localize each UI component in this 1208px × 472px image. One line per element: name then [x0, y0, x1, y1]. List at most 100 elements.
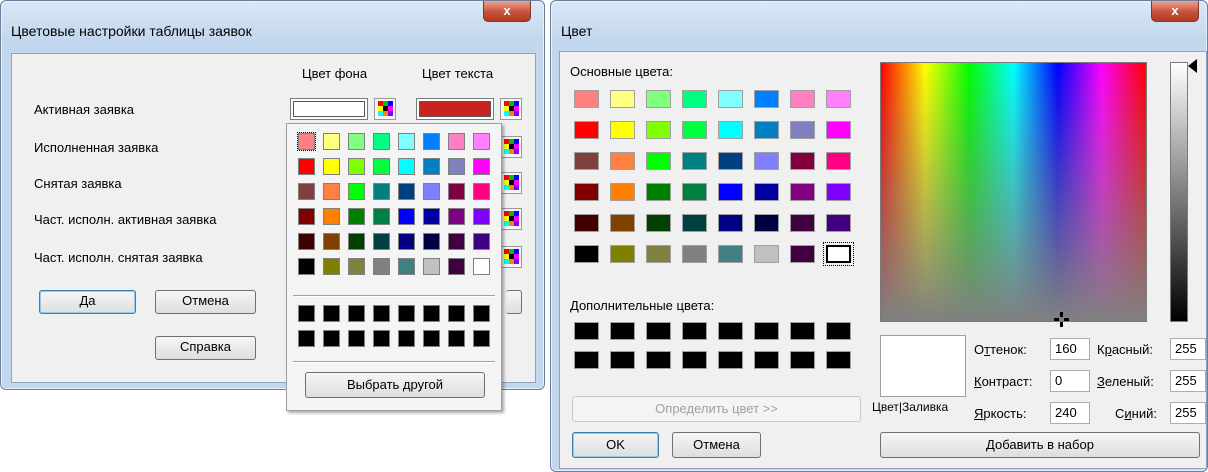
palette-swatch[interactable] [297, 132, 316, 151]
color-cancel-button[interactable]: Отмена [672, 432, 761, 458]
basic-color-swatch[interactable] [790, 214, 815, 232]
palette-swatch[interactable] [448, 305, 465, 322]
palette-swatch[interactable] [373, 330, 390, 347]
palette-swatch[interactable] [398, 330, 415, 347]
basic-color-swatch[interactable] [574, 245, 599, 263]
palette-swatch[interactable] [373, 305, 390, 322]
palette-swatch[interactable] [323, 208, 340, 225]
basic-color-swatch[interactable] [823, 242, 854, 266]
hue-saturation-spectrum[interactable] [880, 62, 1147, 327]
palette-swatch[interactable] [323, 233, 340, 250]
basic-color-swatch[interactable] [574, 152, 599, 170]
basic-color-swatch[interactable] [646, 214, 671, 232]
custom-color-swatch[interactable] [790, 322, 815, 340]
basic-color-swatch[interactable] [754, 245, 779, 263]
define-custom-color-button[interactable]: Определить цвет >> [572, 396, 861, 422]
basic-color-swatch[interactable] [826, 183, 851, 201]
palette-swatch[interactable] [373, 258, 390, 275]
hue-input[interactable]: 160 [1050, 338, 1090, 360]
palette-swatch[interactable] [473, 208, 490, 225]
basic-color-swatch[interactable] [574, 90, 599, 108]
palette-swatch[interactable] [423, 158, 440, 175]
palette-swatch[interactable] [448, 183, 465, 200]
basic-color-swatch[interactable] [790, 152, 815, 170]
red-input[interactable]: 255 [1170, 338, 1206, 360]
basic-color-swatch[interactable] [754, 214, 779, 232]
basic-color-swatch[interactable] [790, 121, 815, 139]
palette-swatch[interactable] [348, 183, 365, 200]
basic-color-swatch[interactable] [826, 121, 851, 139]
palette-swatch[interactable] [423, 183, 440, 200]
palette-swatch[interactable] [398, 258, 415, 275]
palette-swatch[interactable] [348, 330, 365, 347]
palette-swatch[interactable] [473, 233, 490, 250]
palette-icon[interactable] [500, 172, 522, 194]
palette-swatch[interactable] [298, 208, 315, 225]
saturation-input[interactable]: 0 [1050, 370, 1090, 392]
palette-swatch[interactable] [398, 208, 415, 225]
basic-color-swatch[interactable] [682, 245, 707, 263]
custom-color-swatch[interactable] [610, 351, 635, 369]
color-ok-button[interactable]: OK [572, 432, 659, 458]
ok-button[interactable]: Да [39, 290, 136, 314]
palette-icon[interactable] [500, 136, 522, 158]
palette-swatch[interactable] [373, 158, 390, 175]
palette-swatch[interactable] [473, 305, 490, 322]
custom-color-swatch[interactable] [790, 351, 815, 369]
basic-color-swatch[interactable] [790, 90, 815, 108]
basic-color-swatch[interactable] [682, 152, 707, 170]
basic-color-swatch[interactable] [610, 152, 635, 170]
palette-swatch[interactable] [423, 258, 440, 275]
custom-color-swatch[interactable] [826, 351, 851, 369]
basic-color-swatch[interactable] [718, 214, 743, 232]
palette-swatch[interactable] [423, 133, 440, 150]
palette-swatch[interactable] [448, 208, 465, 225]
palette-swatch[interactable] [348, 233, 365, 250]
basic-color-swatch[interactable] [646, 183, 671, 201]
basic-color-swatch[interactable] [610, 214, 635, 232]
hidden-button-edge[interactable] [506, 290, 522, 314]
palette-swatch[interactable] [448, 233, 465, 250]
basic-color-swatch[interactable] [646, 90, 671, 108]
custom-color-swatch[interactable] [610, 322, 635, 340]
basic-color-swatch[interactable] [826, 90, 851, 108]
palette-swatch[interactable] [398, 183, 415, 200]
palette-icon[interactable] [500, 246, 522, 268]
basic-color-swatch[interactable] [574, 214, 599, 232]
basic-color-swatch[interactable] [826, 152, 851, 170]
palette-swatch[interactable] [473, 330, 490, 347]
palette-swatch[interactable] [473, 183, 490, 200]
custom-color-swatch[interactable] [682, 322, 707, 340]
basic-color-swatch[interactable] [718, 90, 743, 108]
basic-color-swatch[interactable] [682, 214, 707, 232]
palette-swatch[interactable] [348, 208, 365, 225]
basic-color-swatch[interactable] [718, 245, 743, 263]
palette-swatch[interactable] [448, 158, 465, 175]
palette-swatch[interactable] [398, 133, 415, 150]
choose-other-button[interactable]: Выбрать другой [305, 372, 485, 398]
left-titlebar[interactable]: Цветовые настройки таблицы заявок x [1, 1, 544, 39]
basic-color-swatch[interactable] [610, 183, 635, 201]
basic-color-swatch[interactable] [754, 152, 779, 170]
custom-color-swatch[interactable] [754, 322, 779, 340]
palette-icon[interactable] [500, 98, 522, 120]
palette-swatch[interactable] [373, 133, 390, 150]
palette-swatch[interactable] [298, 330, 315, 347]
palette-swatch[interactable] [298, 305, 315, 322]
luminosity-arrow-icon[interactable] [1188, 59, 1197, 73]
palette-swatch[interactable] [298, 183, 315, 200]
basic-color-swatch[interactable] [682, 183, 707, 201]
palette-swatch[interactable] [473, 133, 490, 150]
basic-color-swatch[interactable] [574, 121, 599, 139]
palette-swatch[interactable] [398, 158, 415, 175]
blue-input[interactable]: 255 [1170, 402, 1206, 424]
basic-color-swatch[interactable] [610, 121, 635, 139]
basic-color-swatch[interactable] [610, 245, 635, 263]
left-close-button[interactable]: x [483, 1, 531, 22]
right-titlebar[interactable]: Цвет x [551, 1, 1207, 39]
palette-swatch[interactable] [323, 183, 340, 200]
basic-color-swatch[interactable] [646, 121, 671, 139]
palette-swatch[interactable] [373, 183, 390, 200]
green-input[interactable]: 255 [1170, 370, 1206, 392]
basic-color-swatch[interactable] [646, 245, 671, 263]
